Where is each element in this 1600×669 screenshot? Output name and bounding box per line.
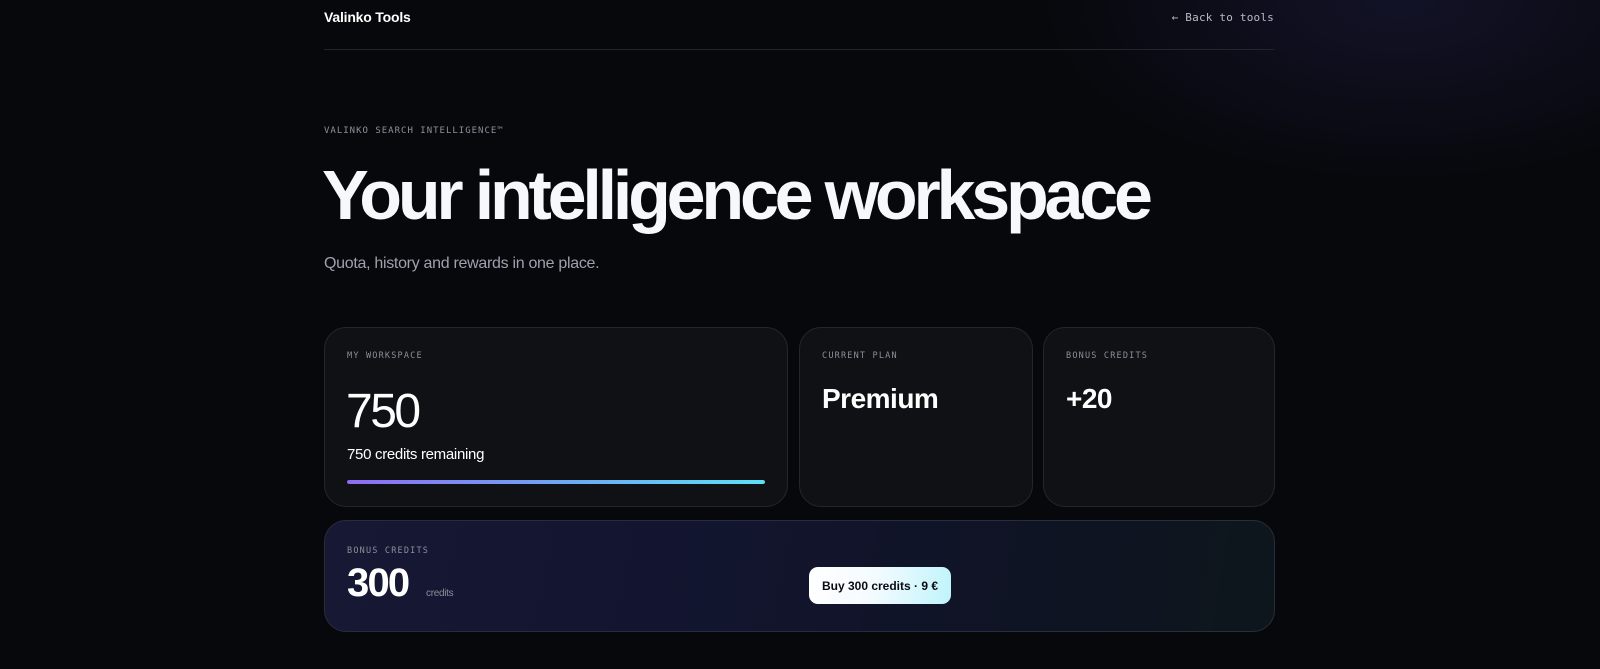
buy-credits-button[interactable]: Buy 300 credits · 9 € — [809, 567, 951, 604]
page-title: Your intelligence workspace — [322, 156, 1153, 234]
buy-credits-unit: credits — [426, 588, 454, 599]
back-to-tools-link[interactable]: ← Back to tools — [1172, 11, 1274, 24]
bonus-credits-card: BONUS CREDITS +20 — [1043, 327, 1275, 507]
credits-progress-bar — [347, 480, 765, 484]
buy-credits-card: BONUS CREDITS 300 credits Buy 300 credit… — [324, 520, 1275, 632]
brand-logo[interactable]: Valinko Tools — [324, 9, 411, 25]
eyebrow-label: VALINKO SEARCH INTELLIGENCE™ — [324, 126, 504, 136]
current-plan-label: CURRENT PLAN — [822, 351, 898, 361]
page-subtitle: Quota, history and rewards in one place. — [324, 255, 600, 272]
bonus-credits-label: BONUS CREDITS — [1066, 351, 1149, 361]
buy-credits-label: BONUS CREDITS — [347, 546, 430, 556]
buy-credits-amount: 300 — [347, 561, 410, 605]
current-plan-card: CURRENT PLAN Premium — [799, 327, 1033, 507]
page-container: Valinko Tools ← Back to tools VALINKO SE… — [322, 0, 1275, 632]
top-bar: Valinko Tools ← Back to tools — [324, 0, 1274, 50]
workspace-card: MY WORKSPACE 750 750 credits remaining — [324, 327, 788, 507]
credits-remaining-text: 750 credits remaining — [347, 446, 485, 463]
credits-count: 750 — [346, 385, 421, 438]
workspace-card-label: MY WORKSPACE — [347, 351, 423, 361]
current-plan-value: Premium — [822, 383, 939, 414]
bonus-credits-value: +20 — [1066, 383, 1113, 414]
credits-progress-fill — [347, 480, 765, 484]
